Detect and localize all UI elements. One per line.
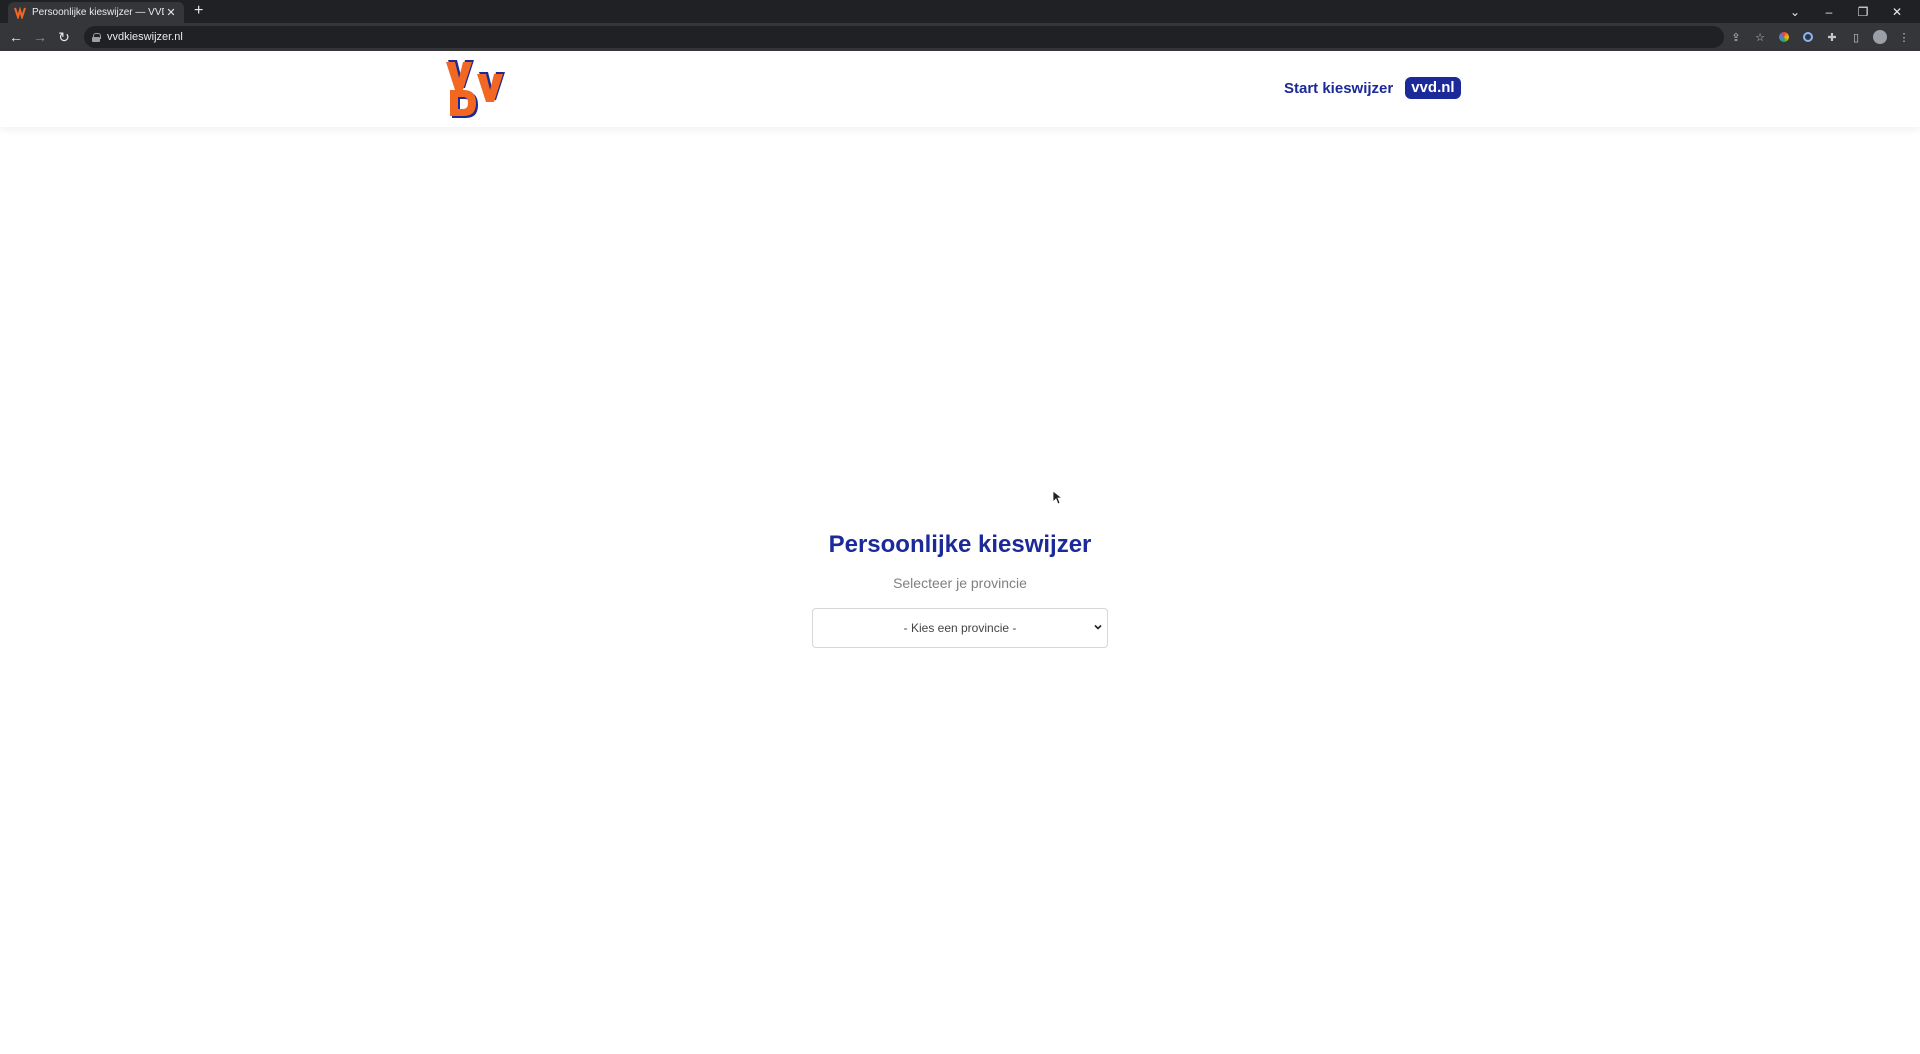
toolbar-actions: ⇪ ☆ ✚ ▯ ⋮ [1728,23,1912,51]
restore-icon[interactable]: ❐ [1846,5,1880,19]
address-bar[interactable]: vvdkieswijzer.nl [84,26,1724,48]
profile-avatar-icon[interactable] [1872,29,1888,45]
browser-tabstrip: Persoonlijke kieswijzer — VVD K ✕ + ⌄ – … [0,0,1920,23]
vvd-favicon-icon [14,6,26,19]
back-icon[interactable]: ← [4,29,28,45]
start-kieswijzer-link[interactable]: Start kieswijzer [1284,80,1393,97]
lock-icon [92,32,101,42]
reload-icon[interactable]: ↻ [52,29,76,46]
vvd-nl-link[interactable]: vvd.nl [1405,77,1461,99]
site-header: Start kieswijzer vvd.nl [0,51,1920,127]
window-controls: ⌄ – ❐ ✕ [1778,0,1914,23]
minimize-icon[interactable]: – [1812,5,1846,19]
close-window-icon[interactable]: ✕ [1880,5,1914,19]
chevron-down-icon [1094,624,1102,630]
province-select[interactable]: - Kies een provincie - [812,608,1108,648]
extensions-puzzle-icon[interactable]: ✚ [1824,29,1840,45]
page-subtitle: Selecteer je provincie [893,575,1027,591]
browser-tab[interactable]: Persoonlijke kieswijzer — VVD K ✕ [8,2,184,23]
share-icon[interactable]: ⇪ [1728,29,1744,45]
web-page: Start kieswijzer vvd.nl Persoonlijke kie… [0,51,1920,1054]
extension-color-icon[interactable] [1776,29,1792,45]
browser-menu-icon[interactable]: ⋮ [1896,29,1912,45]
extension-circle-icon[interactable] [1800,29,1816,45]
page-title: Persoonlijke kieswijzer [828,531,1092,558]
tab-title: Persoonlijke kieswijzer — VVD K [32,7,164,18]
header-nav: Start kieswijzer vvd.nl [1284,77,1461,99]
forward-icon[interactable]: → [28,29,52,45]
new-tab-icon[interactable]: + [194,2,203,20]
province-select-value: - Kies een provincie - [903,621,1017,635]
mouse-cursor-icon [1053,491,1063,505]
tab-search-icon[interactable]: ⌄ [1778,5,1812,19]
bookmark-star-icon[interactable]: ☆ [1752,29,1768,45]
url-text: vvdkieswijzer.nl [107,31,183,43]
vvd-logo[interactable] [446,58,508,120]
browser-toolbar: ← → ↻ vvdkieswijzer.nl ⇪ ☆ ✚ ▯ ⋮ [0,23,1920,51]
main-content: Persoonlijke kieswijzer Selecteer je pro… [0,531,1920,591]
side-panel-icon[interactable]: ▯ [1848,29,1864,45]
close-tab-icon[interactable]: ✕ [164,6,178,19]
